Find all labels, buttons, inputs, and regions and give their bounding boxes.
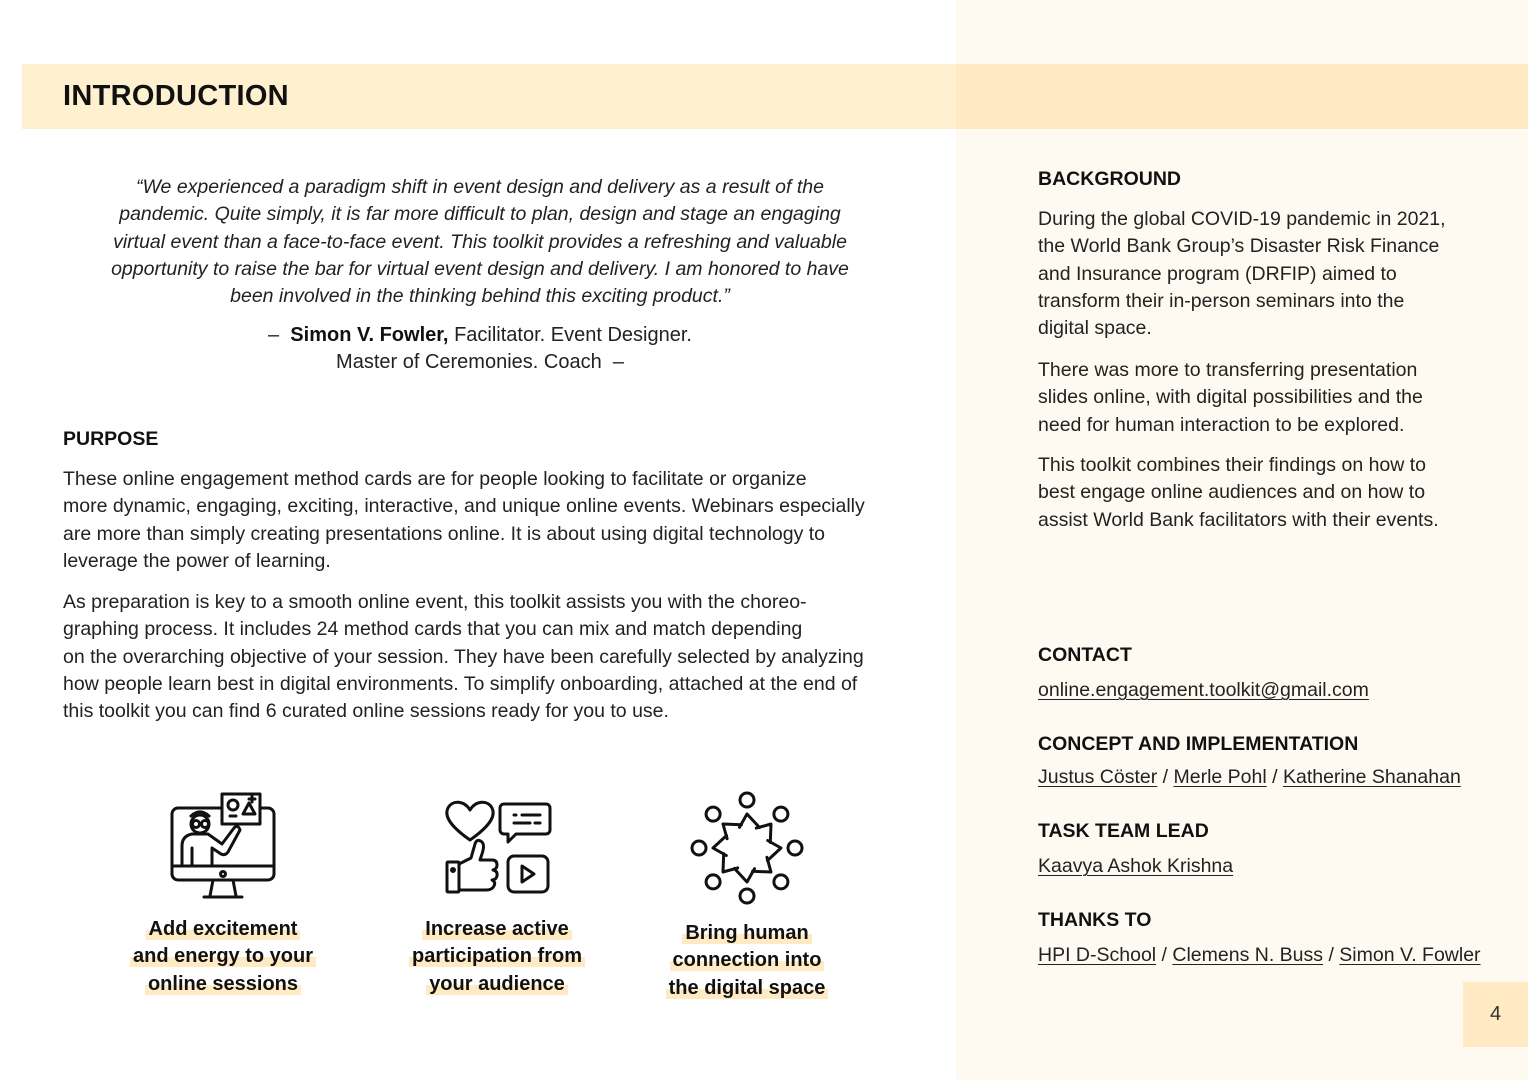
person-head: [690, 839, 708, 857]
concept-name-link[interactable]: Justus Cöster: [1038, 766, 1157, 788]
text-line: need for human interaction to be explore…: [1038, 413, 1405, 436]
thanks-name-link[interactable]: HPI D-School: [1038, 944, 1156, 966]
name-separator: /: [1157, 766, 1174, 788]
quote-line: pandemic. Quite simply, it is far more d…: [119, 203, 841, 226]
text-line: best engage online audiences and on how …: [1038, 481, 1426, 504]
text-line: transform their in-person seminars into …: [1038, 289, 1405, 312]
label-line: Bring human: [682, 922, 812, 944]
people-circle-icon: [690, 791, 804, 905]
person-head: [772, 805, 790, 823]
feature-label: Add excitement and energy to your online…: [108, 916, 338, 998]
author-role: Facilitator. Event Designer.: [454, 324, 692, 346]
feature-participation: Increase active participation from your …: [382, 790, 612, 998]
concept-name-link[interactable]: Merle Pohl: [1173, 766, 1266, 788]
thanks-names: HPI D-School / Clemens N. Buss / Simon V…: [1038, 942, 1481, 969]
purpose-heading: PURPOSE: [63, 428, 159, 450]
text-line: As preparation is key to a smooth online…: [63, 591, 807, 613]
feature-label: Increase active participation from your …: [382, 916, 612, 998]
thanks-name-link[interactable]: Clemens N. Buss: [1172, 944, 1323, 966]
author-role: Master of Ceremonies. Coach: [336, 351, 602, 374]
background-paragraph-3: This toolkit combines their findings on …: [1038, 452, 1508, 534]
background-heading: BACKGROUND: [1038, 168, 1181, 190]
contact-line: online.engagement.toolkit@gmail.com: [1038, 677, 1369, 704]
quote-line: opportunity to raise the bar for virtual…: [111, 257, 849, 280]
background-paragraph-1: During the global COVID-19 pandemic in 2…: [1038, 206, 1508, 342]
text-line: assist World Bank facilitators with thei…: [1038, 508, 1439, 531]
name-separator: /: [1323, 944, 1340, 966]
task-team-lead-link[interactable]: Kaavya Ashok Krishna: [1038, 855, 1233, 877]
text-line: how people learn best in digital environ…: [63, 672, 858, 695]
engagement-reactions-icon: [445, 800, 552, 894]
person-head: [738, 791, 756, 809]
text-line: on the overarching objective of your ses…: [63, 645, 864, 668]
header-band-right: [956, 64, 1528, 129]
concept-names: Justus Cöster / Merle Pohl / Katherine S…: [1038, 764, 1461, 791]
quote-line: virtual event than a face-to-face event.…: [113, 230, 847, 253]
name-separator: /: [1156, 944, 1173, 966]
task-team-lead-line: Kaavya Ashok Krishna: [1038, 853, 1233, 880]
text-line: leverage the power of learning.: [63, 549, 331, 572]
attribution-dash: –: [268, 324, 280, 346]
presenter-screen-icon: [170, 792, 276, 899]
text-line: During the global COVID-19 pandemic in 2…: [1038, 208, 1446, 230]
text-line: These online engagement method cards are…: [63, 468, 807, 490]
label-line: Increase active: [422, 918, 572, 940]
purpose-paragraph-1: These online engagement method cards are…: [63, 466, 923, 575]
text-line: and Insurance program (DRFIP) aimed to: [1038, 262, 1397, 285]
page-title: INTRODUCTION: [63, 80, 289, 112]
text-line: the World Bank Group’s Disaster Risk Fin…: [1038, 235, 1440, 258]
quote-line: been involved in the thinking behind thi…: [230, 285, 730, 308]
text-line: are more than simply creating presentati…: [63, 522, 826, 545]
feature-label: Bring human connection into the digital …: [632, 920, 862, 1002]
label-line: the digital space: [665, 976, 829, 999]
quote-author: Simon V. Fowler,: [290, 324, 449, 346]
text-line: more dynamic, engaging, exciting, intera…: [63, 495, 865, 518]
person-head: [772, 873, 790, 891]
label-line: participation from: [408, 945, 585, 968]
contact-email-link[interactable]: online.engagement.toolkit@gmail.com: [1038, 679, 1369, 701]
page-number-text: 4: [1489, 1003, 1502, 1025]
purpose-paragraph-2: As preparation is key to a smooth online…: [63, 589, 923, 725]
quote-line: “We experienced a paradigm shift in even…: [136, 176, 824, 198]
person-head: [786, 839, 804, 857]
label-line: your audience: [426, 972, 568, 995]
person-head: [738, 887, 756, 905]
text-line: There was more to transferring presentat…: [1038, 359, 1418, 381]
concept-heading: CONCEPT AND IMPLEMENTATION: [1038, 733, 1359, 755]
feature-human-connection: Bring human connection into the digital …: [632, 790, 862, 1002]
text-line: digital space.: [1038, 317, 1152, 340]
feature-excitement: Add excitement and energy to your online…: [108, 790, 338, 998]
text-line: slides online, with digital possibilitie…: [1038, 386, 1423, 409]
person-head: [704, 805, 722, 823]
text-line: graphing process. It includes 24 method …: [63, 618, 803, 641]
text-line: this toolkit you can find 6 curated onli…: [63, 700, 669, 723]
thanks-heading: THANKS TO: [1038, 909, 1152, 931]
contact-heading: CONTACT: [1038, 644, 1132, 666]
label-line: Add excitement: [145, 918, 301, 940]
quote-attribution: – Simon V. Fowler, Facilitator. Event De…: [100, 322, 860, 377]
person-head: [704, 873, 722, 891]
background-paragraph-2: There was more to transferring presentat…: [1038, 357, 1508, 439]
concept-name-link[interactable]: Katherine Shanahan: [1283, 766, 1461, 788]
thanks-name-link[interactable]: Simon V. Fowler: [1339, 944, 1480, 966]
page-number: 4: [1463, 982, 1528, 1047]
label-line: and energy to your: [129, 945, 317, 968]
text-line: This toolkit combines their findings on …: [1038, 454, 1427, 476]
testimonial-quote: “We experienced a paradigm shift in even…: [100, 174, 860, 310]
label-line: online sessions: [144, 972, 302, 995]
task-team-lead-heading: TASK TEAM LEAD: [1038, 820, 1209, 842]
name-separator: /: [1266, 766, 1283, 788]
label-line: connection into: [669, 949, 825, 972]
attribution-dash: –: [612, 351, 624, 374]
